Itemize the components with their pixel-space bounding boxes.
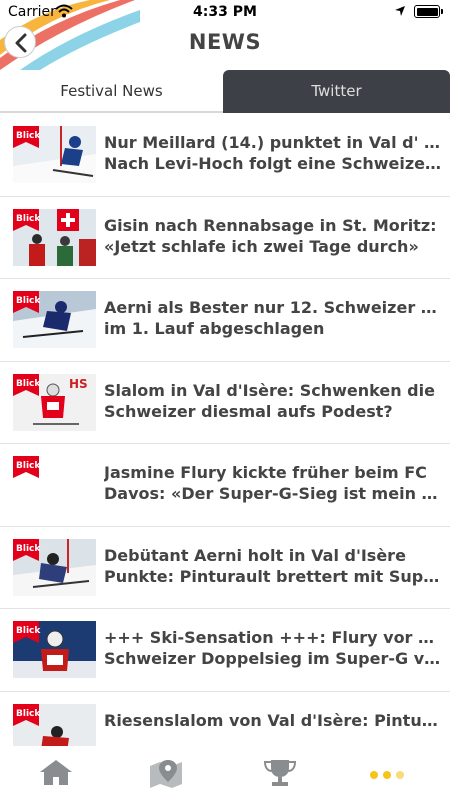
news-thumbnail: Blick xyxy=(13,456,96,513)
svg-text:Blick: Blick xyxy=(16,709,41,719)
home-icon xyxy=(40,760,72,785)
news-title: Aerni als Bester nur 12. Schweizer sind … xyxy=(104,298,444,338)
location-arrow-icon xyxy=(395,6,405,16)
svg-text:Blick: Blick xyxy=(16,296,41,306)
news-title: Debütant Aerni holt in Val d'Isère Punkt… xyxy=(104,545,444,586)
more-dot-icon xyxy=(383,771,391,779)
news-list: Blick Nur Meillard (14.) punktet in Val … xyxy=(0,114,450,746)
news-thumbnail: HS Blick xyxy=(13,373,96,431)
svg-text:Blick: Blick xyxy=(16,214,41,224)
tab-twitter[interactable]: Twitter xyxy=(223,70,450,113)
svg-text:Blick: Blick xyxy=(16,626,41,636)
news-title: Gisin nach Rennabsage in St. Moritz: «Je… xyxy=(104,215,437,256)
svg-text:Blick: Blick xyxy=(16,131,41,141)
news-item[interactable]: Blick Aerni als Bester nur 12. Schweizer… xyxy=(0,279,450,362)
bottom-navigation xyxy=(0,746,450,800)
news-item[interactable]: Blick Riesenslalom von Val d'Isère: Pint… xyxy=(0,692,450,746)
svg-text:Blick: Blick xyxy=(16,461,41,471)
trophy-icon xyxy=(263,760,297,786)
news-thumbnail: Blick xyxy=(13,291,96,348)
nav-home[interactable] xyxy=(38,758,78,788)
svg-text:Blick: Blick xyxy=(16,379,41,389)
news-title: Slalom in Val d'Isère: Schwenken die Sch… xyxy=(104,380,435,421)
news-thumbnail: Blick xyxy=(13,703,96,746)
nav-map[interactable] xyxy=(148,758,188,788)
news-thumbnail: Blick xyxy=(13,538,96,596)
news-title: +++ Ski-Sensation +++: Flury vor Gisin –… xyxy=(104,628,444,668)
active-tab-indicator xyxy=(0,111,223,113)
news-thumbnail: Blick xyxy=(13,208,96,266)
tab-festival-news[interactable]: Festival News xyxy=(0,70,223,113)
news-item[interactable]: Blick +++ Ski-Sensation +++: Flury vor G… xyxy=(0,609,450,692)
news-item[interactable]: HS Blick Slalom in Val d'Isère: Schwenke… xyxy=(0,362,450,444)
battery-icon xyxy=(414,5,443,18)
page-title: NEWS xyxy=(188,30,262,54)
news-item[interactable]: Blick Gisin nach Rennabsage in St. Morit… xyxy=(0,197,450,279)
news-title: Nur Meillard (14.) punktet in Val d' Isè… xyxy=(104,133,444,173)
nav-trophy[interactable] xyxy=(262,758,302,788)
map-pin-icon xyxy=(150,760,182,788)
svg-text:Blick: Blick xyxy=(16,544,41,554)
svg-text:HS: HS xyxy=(69,377,88,391)
news-thumbnail: Blick xyxy=(13,126,96,183)
more-dot-icon xyxy=(370,771,378,779)
tab-bar: Festival News Twitter xyxy=(0,70,450,113)
news-title: Jasmine Flury kickte früher beim FC Davo… xyxy=(104,463,444,503)
news-thumbnail: Blick xyxy=(13,621,96,678)
header: Carrier 4:33 PM NEWS xyxy=(0,0,450,70)
more-dot-icon xyxy=(396,771,404,779)
news-title: Riesenslalom von Val d'Isère: Pinturault xyxy=(104,710,444,730)
nav-more[interactable] xyxy=(370,764,410,794)
status-bar: Carrier 4:33 PM xyxy=(0,0,450,24)
news-item[interactable]: Blick Jasmine Flury kickte früher beim F… xyxy=(0,444,450,527)
news-item[interactable]: Blick Nur Meillard (14.) punktet in Val … xyxy=(0,114,450,197)
status-time: 4:33 PM xyxy=(193,4,257,20)
news-item[interactable]: Blick Debütant Aerni holt in Val d'Isère… xyxy=(0,527,450,609)
